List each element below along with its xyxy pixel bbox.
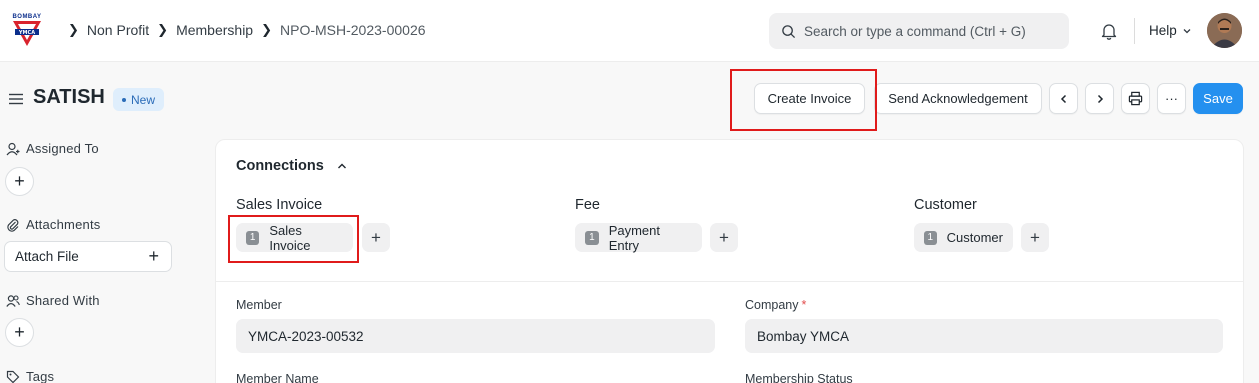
chevron-up-icon (337, 163, 346, 169)
add-assignee-button[interactable]: + (5, 167, 34, 196)
status-dot-icon (122, 97, 126, 102)
search-icon (782, 24, 796, 38)
avatar[interactable] (1207, 13, 1242, 48)
add-share-button[interactable]: + (5, 318, 34, 347)
connections-toggle[interactable]: Connections (236, 158, 348, 174)
highlight-create-invoice (730, 69, 877, 131)
status-label: New (131, 92, 156, 107)
sidebar-toggle-icon[interactable] (8, 92, 24, 110)
status-badge: New (113, 88, 165, 111)
breadcrumb: ❯ Non Profit ❯ Membership ❯ NPO-MSH-2023… (60, 22, 426, 38)
logo-text: BOMBAY (12, 14, 42, 20)
user-icon (6, 142, 20, 155)
chevron-right-icon: ❯ (261, 22, 272, 37)
payment-entry-link-label: Payment Entry (608, 222, 660, 253)
company-label-wrap: Company * (745, 298, 806, 312)
chevron-left-icon (1060, 94, 1066, 103)
svg-text:YMCA: YMCA (18, 30, 35, 36)
attachments-label: Attachments (26, 217, 101, 232)
membership-status-label: Membership Status (745, 372, 853, 383)
bombay-ymca-logo[interactable]: BOMBAY YMCA (9, 14, 45, 46)
tags-label: Tags (26, 369, 55, 383)
payment-entry-count: 1 (585, 230, 599, 245)
page-title: SATISH (33, 86, 105, 108)
send-acknowledgement-button[interactable]: Send Acknowledgement (874, 83, 1042, 114)
search-placeholder: Search or type a command (Ctrl + G) (804, 23, 1026, 39)
help-label: Help (1149, 23, 1177, 38)
navbar-divider (1134, 18, 1135, 44)
highlight-sales-invoice (228, 215, 359, 263)
shared-with-label: Shared With (26, 293, 100, 308)
member-label: Member (236, 298, 282, 312)
breadcrumb-membership[interactable]: Membership (176, 22, 253, 38)
company-label: Company (745, 298, 799, 312)
notification-bell-icon[interactable] (1100, 22, 1118, 45)
paperclip-icon (7, 218, 19, 232)
chevron-right-icon (1097, 94, 1103, 103)
member-name-label: Member Name (236, 372, 319, 383)
breadcrumb-current[interactable]: NPO-MSH-2023-00026 (280, 22, 426, 38)
customer-link[interactable]: 1 Customer (914, 223, 1013, 252)
attachments-section: Attachments (6, 217, 100, 232)
add-sales-invoice-button[interactable]: + (362, 223, 390, 252)
tag-icon (6, 370, 20, 383)
assigned-to-section: Assigned To (6, 141, 99, 156)
attach-file-button[interactable]: Attach File + (4, 241, 172, 272)
chevron-right-icon: ❯ (68, 22, 79, 37)
navbar: BOMBAY YMCA ❯ Non Profit ❯ Membership ❯ … (0, 0, 1259, 62)
assigned-to-label: Assigned To (26, 141, 99, 156)
sales-invoice-group-title: Sales Invoice (236, 197, 323, 213)
customer-link-label: Customer (946, 230, 1003, 245)
more-actions-button[interactable]: ··· (1157, 83, 1186, 114)
breadcrumb-non-profit[interactable]: Non Profit (87, 22, 149, 38)
section-divider (216, 281, 1243, 282)
customer-group-title: Customer (914, 197, 977, 213)
plus-icon: + (148, 246, 159, 266)
add-payment-entry-button[interactable]: + (710, 223, 738, 252)
users-icon (6, 294, 20, 307)
next-record-button[interactable] (1085, 83, 1114, 114)
required-marker: * (801, 298, 807, 312)
print-button[interactable] (1121, 83, 1150, 114)
attach-file-label: Attach File (15, 249, 79, 264)
company-field[interactable]: Bombay YMCA (745, 319, 1223, 353)
payment-entry-link[interactable]: 1 Payment Entry (575, 222, 702, 253)
fee-group-title: Fee (575, 197, 600, 213)
chevron-down-icon (1183, 28, 1191, 33)
save-button[interactable]: Save (1193, 83, 1243, 114)
chevron-right-icon: ❯ (157, 22, 169, 37)
add-customer-button[interactable]: + (1021, 223, 1049, 252)
printer-icon (1128, 91, 1143, 106)
connections-title: Connections (236, 158, 324, 174)
customer-count: 1 (924, 230, 937, 245)
page-gutter (1244, 62, 1259, 383)
tags-section: Tags (6, 369, 54, 383)
search-bar[interactable]: Search or type a command (Ctrl + G) (769, 13, 1069, 49)
member-field[interactable]: YMCA-2023-00532 (236, 319, 715, 353)
previous-record-button[interactable] (1049, 83, 1078, 114)
help-dropdown[interactable]: Help (1149, 23, 1193, 38)
shared-with-section: Shared With (6, 293, 100, 308)
